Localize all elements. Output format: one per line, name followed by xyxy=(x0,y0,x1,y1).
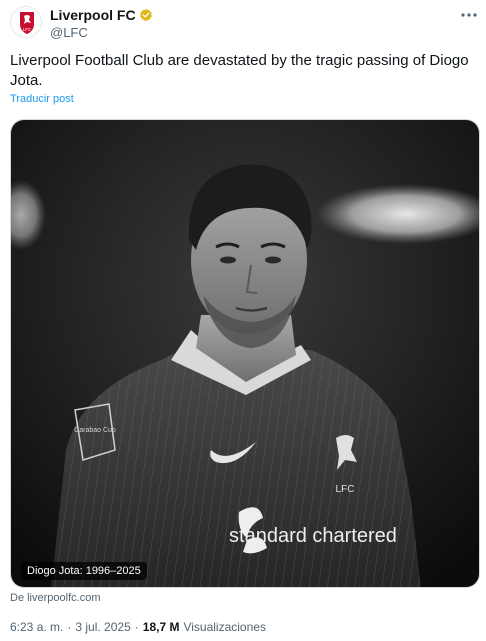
liverbird-crest-icon: LFC xyxy=(11,7,41,37)
name-row: Liverpool FC xyxy=(50,6,153,24)
tweet-meta: 6:23 a. m. · 3 jul. 2025 · 18,7 M Visual… xyxy=(10,620,266,634)
sponsor-text: standard chartered xyxy=(229,525,397,547)
views-count[interactable]: 18,7 M xyxy=(143,620,180,634)
svg-text:LFC: LFC xyxy=(336,484,355,495)
more-dots-icon xyxy=(461,13,477,17)
link-source[interactable]: De liverpoolfc.com xyxy=(10,592,100,604)
account-handle[interactable]: @LFC xyxy=(50,25,88,40)
display-name[interactable]: Liverpool FC xyxy=(50,7,136,23)
post-date[interactable]: 3 jul. 2025 xyxy=(75,620,130,634)
avatar-text: LFC xyxy=(23,27,32,32)
meta-separator: · xyxy=(67,620,72,634)
views-label: Visualizaciones xyxy=(183,620,266,634)
competition-badge-text: Carabao Cup xyxy=(74,427,116,434)
tweet-header: LFC Liverpool FC @LFC xyxy=(10,4,480,44)
more-options-button[interactable] xyxy=(458,6,480,24)
media-caption: Diogo Jota: 1996–2025 xyxy=(21,562,147,580)
translate-post-link[interactable]: Traducir post xyxy=(10,93,74,105)
tweet-text: Liverpool Football Club are devastated b… xyxy=(10,52,469,89)
account-avatar[interactable]: LFC xyxy=(10,6,42,38)
post-time[interactable]: 6:23 a. m. xyxy=(10,620,63,634)
verified-badge-icon xyxy=(139,8,152,22)
meta-separator: · xyxy=(134,620,139,634)
player-photo: LFC Carabao Cup standard chartered xyxy=(11,120,479,587)
tweet-media[interactable]: LFC Carabao Cup standard chartered Diogo… xyxy=(10,119,480,588)
